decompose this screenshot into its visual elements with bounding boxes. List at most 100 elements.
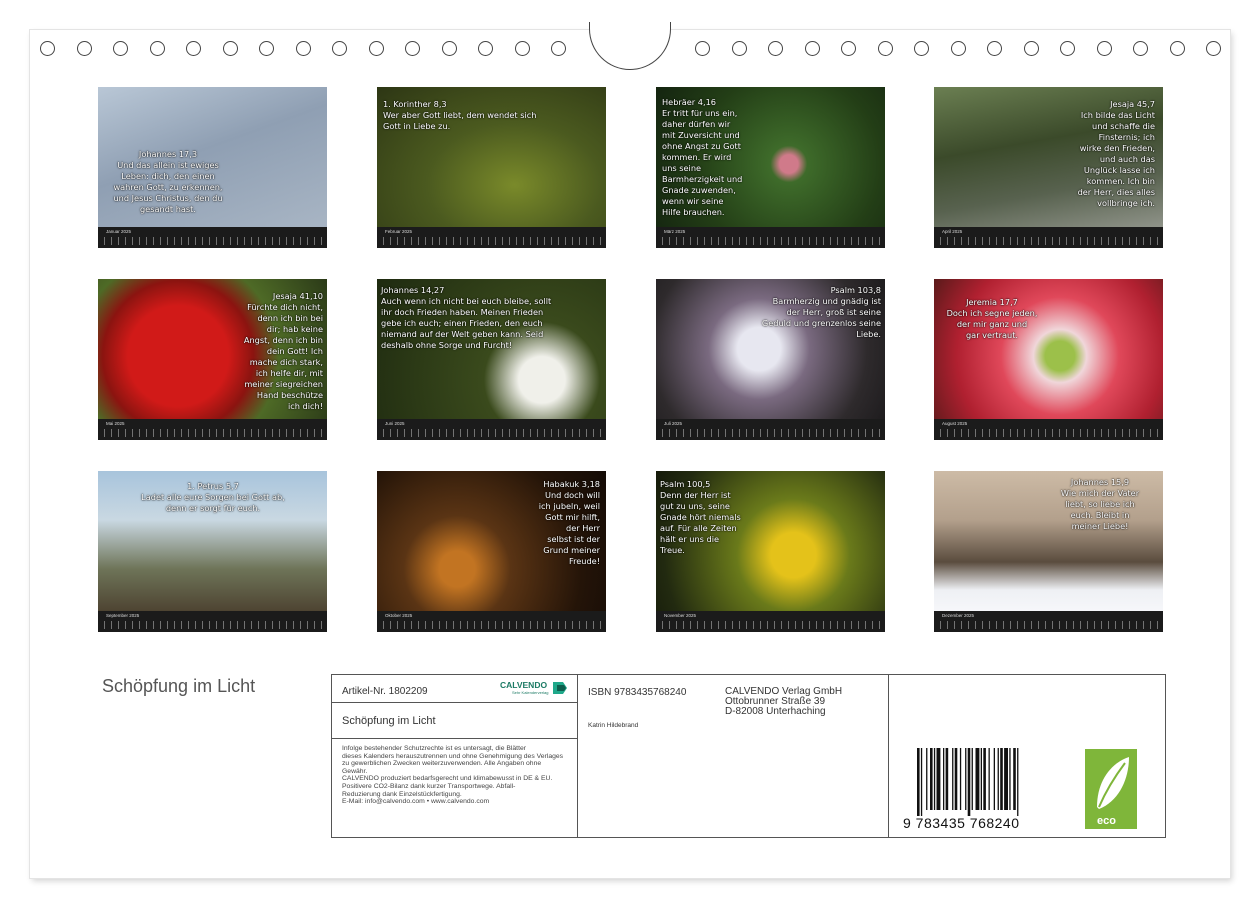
month-label: März 2025	[664, 229, 686, 234]
binding-hole	[186, 41, 201, 56]
month-label: Dezember 2025	[942, 613, 975, 618]
author: Katrin Hildebrand	[588, 722, 639, 729]
day-grid	[940, 429, 1158, 437]
binding-hole	[368, 41, 384, 56]
binding-hole	[1096, 41, 1112, 56]
calendar-grid-band: November 2025	[656, 611, 885, 632]
day-grid	[662, 237, 880, 245]
binding-hole	[841, 41, 856, 56]
calendar-grid-band: Mai 2025	[98, 419, 327, 440]
binding-hole	[1060, 41, 1075, 56]
month-thumbnail: Psalm 103,8 Barmherzig und gnädig ist de…	[656, 279, 885, 440]
binding-hole	[804, 41, 820, 56]
month-thumbnail: Johannes 17,3 Und das allein ist ewiges …	[98, 87, 327, 248]
bible-verse-quote: Jesaja 41,10 Fürchte dich nicht, denn ic…	[243, 291, 323, 411]
binding-hole	[877, 41, 893, 56]
info-title: Schöpfung im Licht	[342, 715, 436, 727]
month-thumbnail: Hebräer 4,16 Er tritt für uns ein, daher…	[656, 87, 885, 248]
month-label: Juni 2025	[385, 421, 405, 426]
month-label: Januar 2025	[106, 229, 132, 234]
bible-verse-quote: Psalm 100,5 Denn der Herr ist gut zu uns…	[660, 479, 741, 555]
bible-verse-quote: Jeremia 17,7 Doch ich segne jeden, der m…	[946, 297, 1038, 340]
month-thumbnail: Johannes 14,27 Auch wenn ich nicht bei e…	[377, 279, 606, 440]
day-grid	[662, 429, 880, 437]
day-grid	[940, 237, 1158, 245]
calendar-grid-band: September 2025	[98, 611, 327, 632]
month-thumbnail: Habakuk 3,18 Und doch will ich jubeln, w…	[377, 471, 606, 632]
month-thumbnail: Jesaja 45,7 Ich bilde das Licht und scha…	[934, 87, 1163, 248]
day-grid	[940, 621, 1158, 629]
bible-verse-quote: Johannes 17,3 Und das allein ist ewiges …	[113, 149, 223, 214]
isbn: ISBN 9783435768240	[588, 687, 687, 698]
month-thumbnail: Jesaja 41,10 Fürchte dich nicht, denn ic…	[98, 279, 327, 440]
bible-verse-quote: 1. Petrus 5,7 Ladet alle eure Sorgen bei…	[141, 481, 285, 513]
isbn-barcode	[917, 748, 1019, 816]
bible-verse-quote: Johannes 15,9 Wie mich der Vater liebt, …	[1060, 477, 1140, 531]
binding-hole	[1023, 41, 1039, 56]
month-thumbnail: 1. Petrus 5,7 Ladet alle eure Sorgen bei…	[98, 471, 327, 632]
binding-hole	[1133, 41, 1148, 56]
binding-hole	[149, 41, 165, 56]
title-cell: Schöpfung im Licht	[332, 703, 578, 739]
day-grid	[104, 237, 322, 245]
calendar-grid-band: Dezember 2025	[934, 611, 1163, 632]
binding-hole	[731, 41, 747, 56]
calendar-grid-band: Oktober 2025	[377, 611, 606, 632]
day-grid	[104, 429, 322, 437]
publisher-cell: ISBN 9783435768240 CALVENDO Verlag GmbH …	[578, 675, 889, 837]
barcode-cell: 9 783435 768240 eco	[889, 675, 1165, 837]
bible-verse-quote: Psalm 103,8 Barmherzig und gnädig ist de…	[761, 285, 881, 339]
binding-hole	[76, 41, 92, 56]
calendar-grid-band: Februar 2025	[377, 227, 606, 248]
calendar-grid-band: Januar 2025	[98, 227, 327, 248]
binding-hole	[405, 41, 420, 56]
bible-verse-quote: Hebräer 4,16 Er tritt für uns ein, daher…	[662, 97, 743, 217]
binding-hole	[695, 41, 710, 56]
binding-hole	[551, 41, 566, 56]
legal-cell: Infolge bestehender Schutzrechte ist es …	[332, 739, 578, 837]
day-grid	[383, 237, 601, 245]
month-label: Februar 2025	[385, 229, 413, 234]
calendar-grid-band: März 2025	[656, 227, 885, 248]
month-thumbnail: Johannes 15,9 Wie mich der Vater liebt, …	[934, 471, 1163, 632]
month-label: Oktober 2025	[385, 613, 413, 618]
binding-hole	[295, 41, 311, 56]
month-label: Juli 2025	[664, 421, 683, 426]
month-label: August 2025	[942, 421, 968, 426]
calendar-grid-band: Juni 2025	[377, 419, 606, 440]
month-thumbnail: Jeremia 17,7 Doch ich segne jeden, der m…	[934, 279, 1163, 440]
eco-label: eco	[1097, 815, 1116, 827]
calendar-grid-band: Juli 2025	[656, 419, 885, 440]
day-grid	[662, 621, 880, 629]
barcode-number: 9 783435 768240	[903, 815, 1020, 831]
calvendo-logo: CALVENDO	[500, 680, 548, 690]
binding-hole	[768, 41, 783, 56]
publisher-city: D-82008 Unterhaching	[725, 706, 826, 717]
month-label: September 2025	[106, 613, 140, 618]
binding-hole	[950, 41, 966, 56]
day-grid	[104, 621, 322, 629]
binding-hole	[222, 41, 238, 56]
calendar-grid-band: August 2025	[934, 419, 1163, 440]
legal-text: Infolge bestehender Schutzrechte ist es …	[342, 745, 564, 806]
bible-verse-quote: Jesaja 45,7 Ich bilde das Licht und scha…	[1077, 99, 1155, 208]
article-cell: Artikel-Nr. 1802209 CALVENDO Sehr Kalend…	[332, 675, 578, 703]
bible-verse-quote: Habakuk 3,18 Und doch will ich jubeln, w…	[538, 479, 600, 566]
binding-hole	[441, 41, 457, 56]
product-info-box: Artikel-Nr. 1802209 CALVENDO Sehr Kalend…	[331, 674, 1166, 838]
calvendo-logo-icon	[553, 682, 567, 694]
binding-hole	[914, 41, 929, 56]
bible-verse-quote: Johannes 14,27 Auch wenn ich nicht bei e…	[381, 285, 552, 350]
day-grid	[383, 621, 601, 629]
binding-hole	[1206, 41, 1221, 56]
calendar-grid-band: April 2025	[934, 227, 1163, 248]
binding-hole	[40, 41, 55, 56]
binding-hole	[514, 41, 530, 56]
month-label: April 2025	[942, 229, 963, 234]
article-number: Artikel-Nr. 1802209	[342, 686, 428, 697]
month-label: November 2025	[664, 613, 697, 618]
calendar-title: Schöpfung im Licht	[102, 676, 256, 696]
month-thumbnail: 1. Korinther 8,3 Wer aber Gott liebt, de…	[377, 87, 606, 248]
binding-hole	[987, 41, 1002, 56]
binding-hole	[113, 41, 128, 56]
